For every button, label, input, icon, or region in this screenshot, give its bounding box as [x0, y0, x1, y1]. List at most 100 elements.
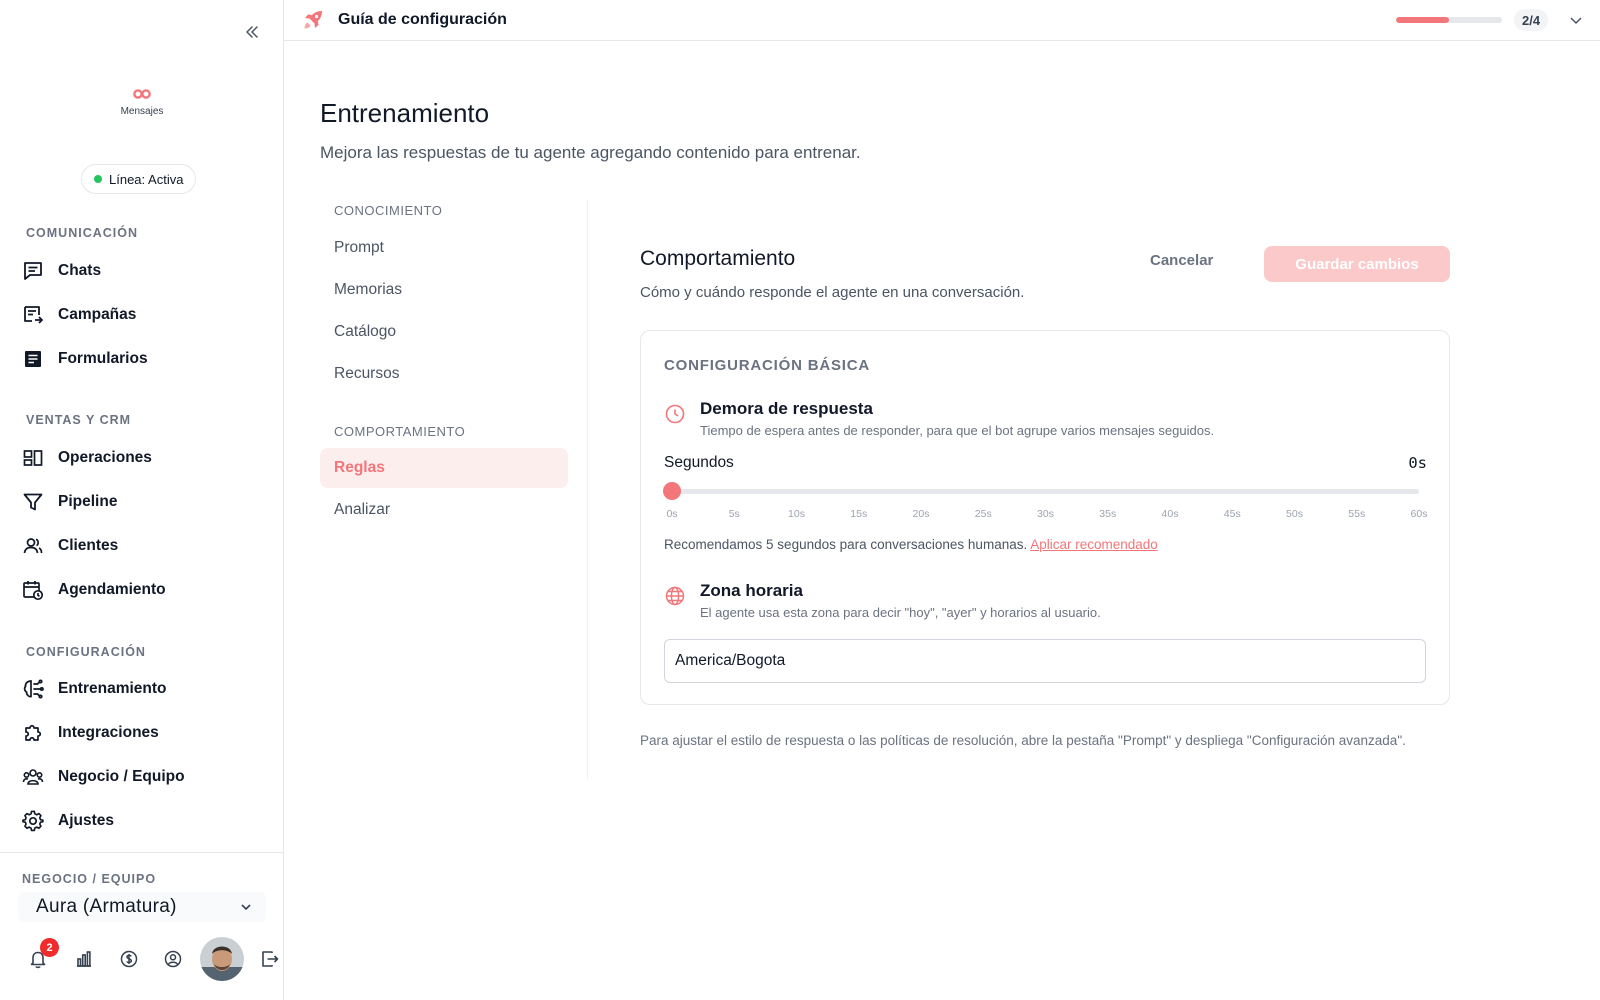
- logout-icon[interactable]: [258, 947, 282, 971]
- timezone-description: El agente usa esta zona para decir "hoy"…: [700, 605, 1101, 620]
- form-icon: [22, 348, 44, 370]
- slider-tick-label: 45s: [1223, 508, 1241, 520]
- subnav-item-memorias[interactable]: Memorias: [320, 270, 568, 310]
- recommendation-message: Recomendamos 5 segundos para conversacio…: [664, 537, 1028, 552]
- sidebar-item-label: Campañas: [58, 306, 137, 323]
- sidebar-item-entrenamiento[interactable]: Entrenamiento: [22, 671, 262, 707]
- chat-icon: [22, 260, 44, 282]
- footnote: Para ajustar el estilo de respuesta o la…: [640, 733, 1406, 748]
- subnav-section-conocimiento: CONOCIMIENTO: [334, 203, 443, 218]
- status-text: Línea: Activa: [109, 171, 184, 187]
- sidebar-item-label: Agendamiento: [58, 581, 166, 598]
- infinity-logo-icon: [133, 89, 151, 99]
- team-select[interactable]: Aura (Armatura): [18, 892, 266, 922]
- slider-tick-label: 20s: [912, 508, 930, 520]
- save-changes-button[interactable]: Guardar cambios: [1264, 246, 1450, 282]
- users-icon: [22, 535, 44, 557]
- chevron-down-icon: [241, 904, 251, 911]
- section-configuracion: CONFIGURACIÓN: [26, 645, 146, 659]
- delay-slider-thumb[interactable]: [663, 482, 681, 500]
- sidebar-item-label: Entrenamiento: [58, 680, 167, 697]
- funnel-icon: [22, 491, 44, 513]
- clock-icon: [664, 403, 686, 425]
- delay-title: Demora de respuesta: [700, 399, 873, 418]
- subnav-item-prompt[interactable]: Prompt: [320, 228, 568, 268]
- subnav-item-recursos[interactable]: Recursos: [320, 354, 568, 394]
- sidebar-item-label: Operaciones: [58, 449, 152, 466]
- slider-tick-label: 0s: [666, 508, 678, 520]
- bar-chart-icon[interactable]: [72, 947, 96, 971]
- setup-guide-bar[interactable]: Guía de configuración 2/4: [284, 0, 1600, 41]
- sidebar-item-label: Negocio / Equipo: [58, 768, 185, 785]
- rocket-icon: [302, 9, 324, 31]
- sidebar-item-label: Integraciones: [58, 724, 159, 741]
- team-select-value: Aura (Armatura): [36, 896, 177, 917]
- avatar[interactable]: [200, 937, 244, 981]
- calendar-icon: [22, 579, 44, 601]
- notification-badge: 2: [40, 938, 59, 957]
- sidebar: Mensajes Línea: Activa COMUNICACIÓN Chat…: [0, 0, 284, 1000]
- delay-description: Tiempo de espera antes de responder, par…: [700, 423, 1215, 438]
- dollar-icon[interactable]: [117, 947, 141, 971]
- behavior-subtitle: Cómo y cuándo responde el agente en una …: [640, 284, 1025, 301]
- sidebar-item-clientes[interactable]: Clientes: [22, 528, 262, 564]
- gear-icon: [22, 810, 44, 832]
- slider-ticks: 0s 5s 10s 15s 20s 25s 30s 35s 40s 45s 50s 55s 60s: [664, 508, 1428, 522]
- sidebar-item-agendamiento[interactable]: Agendamiento: [22, 572, 262, 608]
- slider-tick-label: 40s: [1161, 508, 1179, 520]
- sidebar-item-negocio-equipo[interactable]: Negocio / Equipo: [22, 759, 262, 795]
- sidebar-item-ajustes[interactable]: Ajustes: [22, 803, 262, 839]
- team-label: NEGOCIO / EQUIPO: [22, 872, 157, 886]
- cancel-button[interactable]: Cancelar: [1150, 252, 1213, 269]
- apply-recommended-link[interactable]: Aplicar recomendado: [1030, 537, 1158, 552]
- brain-icon: [22, 678, 44, 700]
- sidebar-item-operaciones[interactable]: Operaciones: [22, 440, 262, 476]
- slider-tick-label: 5s: [728, 508, 740, 520]
- setup-progress-bar: [1396, 17, 1502, 23]
- slider-tick-label: 10s: [788, 508, 805, 520]
- collapse-sidebar-icon[interactable]: [240, 20, 264, 44]
- sidebar-item-campanas[interactable]: Campañas: [22, 297, 262, 333]
- page-subtitle: Mejora las respuestas de tu agente agreg…: [320, 143, 861, 162]
- behavior-title: Comportamiento: [640, 247, 796, 270]
- user-circle-icon[interactable]: [161, 947, 185, 971]
- basic-config-card: CONFIGURACIÓN BÁSICA Demora de respuesta…: [640, 330, 1450, 705]
- recommendation-text: Recomendamos 5 segundos para conversacio…: [664, 537, 1158, 552]
- page-title: Entrenamiento: [320, 98, 490, 128]
- step-counter-badge: 2/4: [1514, 9, 1549, 31]
- sidebar-item-label: Clientes: [58, 537, 119, 554]
- setup-progress-fill: [1396, 17, 1449, 23]
- slider-label: Segundos: [664, 454, 734, 471]
- subnav-item-analizar[interactable]: Analizar: [320, 490, 568, 530]
- brand-name: Mensajes: [120, 106, 164, 117]
- campaign-icon: [22, 304, 44, 326]
- sidebar-item-label: Formularios: [58, 350, 148, 367]
- sidebar-item-chats[interactable]: Chats: [22, 253, 262, 289]
- subnav-item-reglas[interactable]: Reglas: [320, 448, 568, 488]
- setup-guide-title: Guía de configuración: [338, 11, 507, 28]
- subnav-item-catalogo[interactable]: Catálogo: [320, 312, 568, 352]
- slider-tick-label: 30s: [1037, 508, 1054, 520]
- puzzle-icon: [22, 722, 44, 744]
- sidebar-item-label: Pipeline: [58, 493, 118, 510]
- operations-icon: [22, 447, 44, 469]
- slider-tick-label: 50s: [1286, 508, 1303, 520]
- section-ventas-crm: VENTAS Y CRM: [26, 413, 132, 427]
- sidebar-item-label: Ajustes: [58, 812, 114, 829]
- chevron-down-icon[interactable]: [1568, 12, 1584, 28]
- delay-slider-track[interactable]: [672, 489, 1419, 494]
- slider-value: 0s: [1408, 454, 1427, 472]
- slider-tick-label: 15s: [850, 508, 868, 520]
- sidebar-item-formularios[interactable]: Formularios: [22, 341, 262, 377]
- status-badge: Línea: Activa: [81, 164, 197, 194]
- sidebar-item-integraciones[interactable]: Integraciones: [22, 715, 262, 751]
- subnav-section-comportamiento: COMPORTAMIENTO: [334, 424, 466, 439]
- slider-tick-label: 60s: [1410, 508, 1428, 520]
- sidebar-divider: [0, 852, 284, 853]
- status-dot: [94, 175, 102, 183]
- timezone-title: Zona horaria: [700, 581, 803, 600]
- timezone-input[interactable]: [664, 639, 1426, 683]
- sidebar-item-pipeline[interactable]: Pipeline: [22, 484, 262, 520]
- card-section-title: CONFIGURACIÓN BÁSICA: [664, 357, 870, 374]
- sidebar-item-label: Chats: [58, 262, 102, 279]
